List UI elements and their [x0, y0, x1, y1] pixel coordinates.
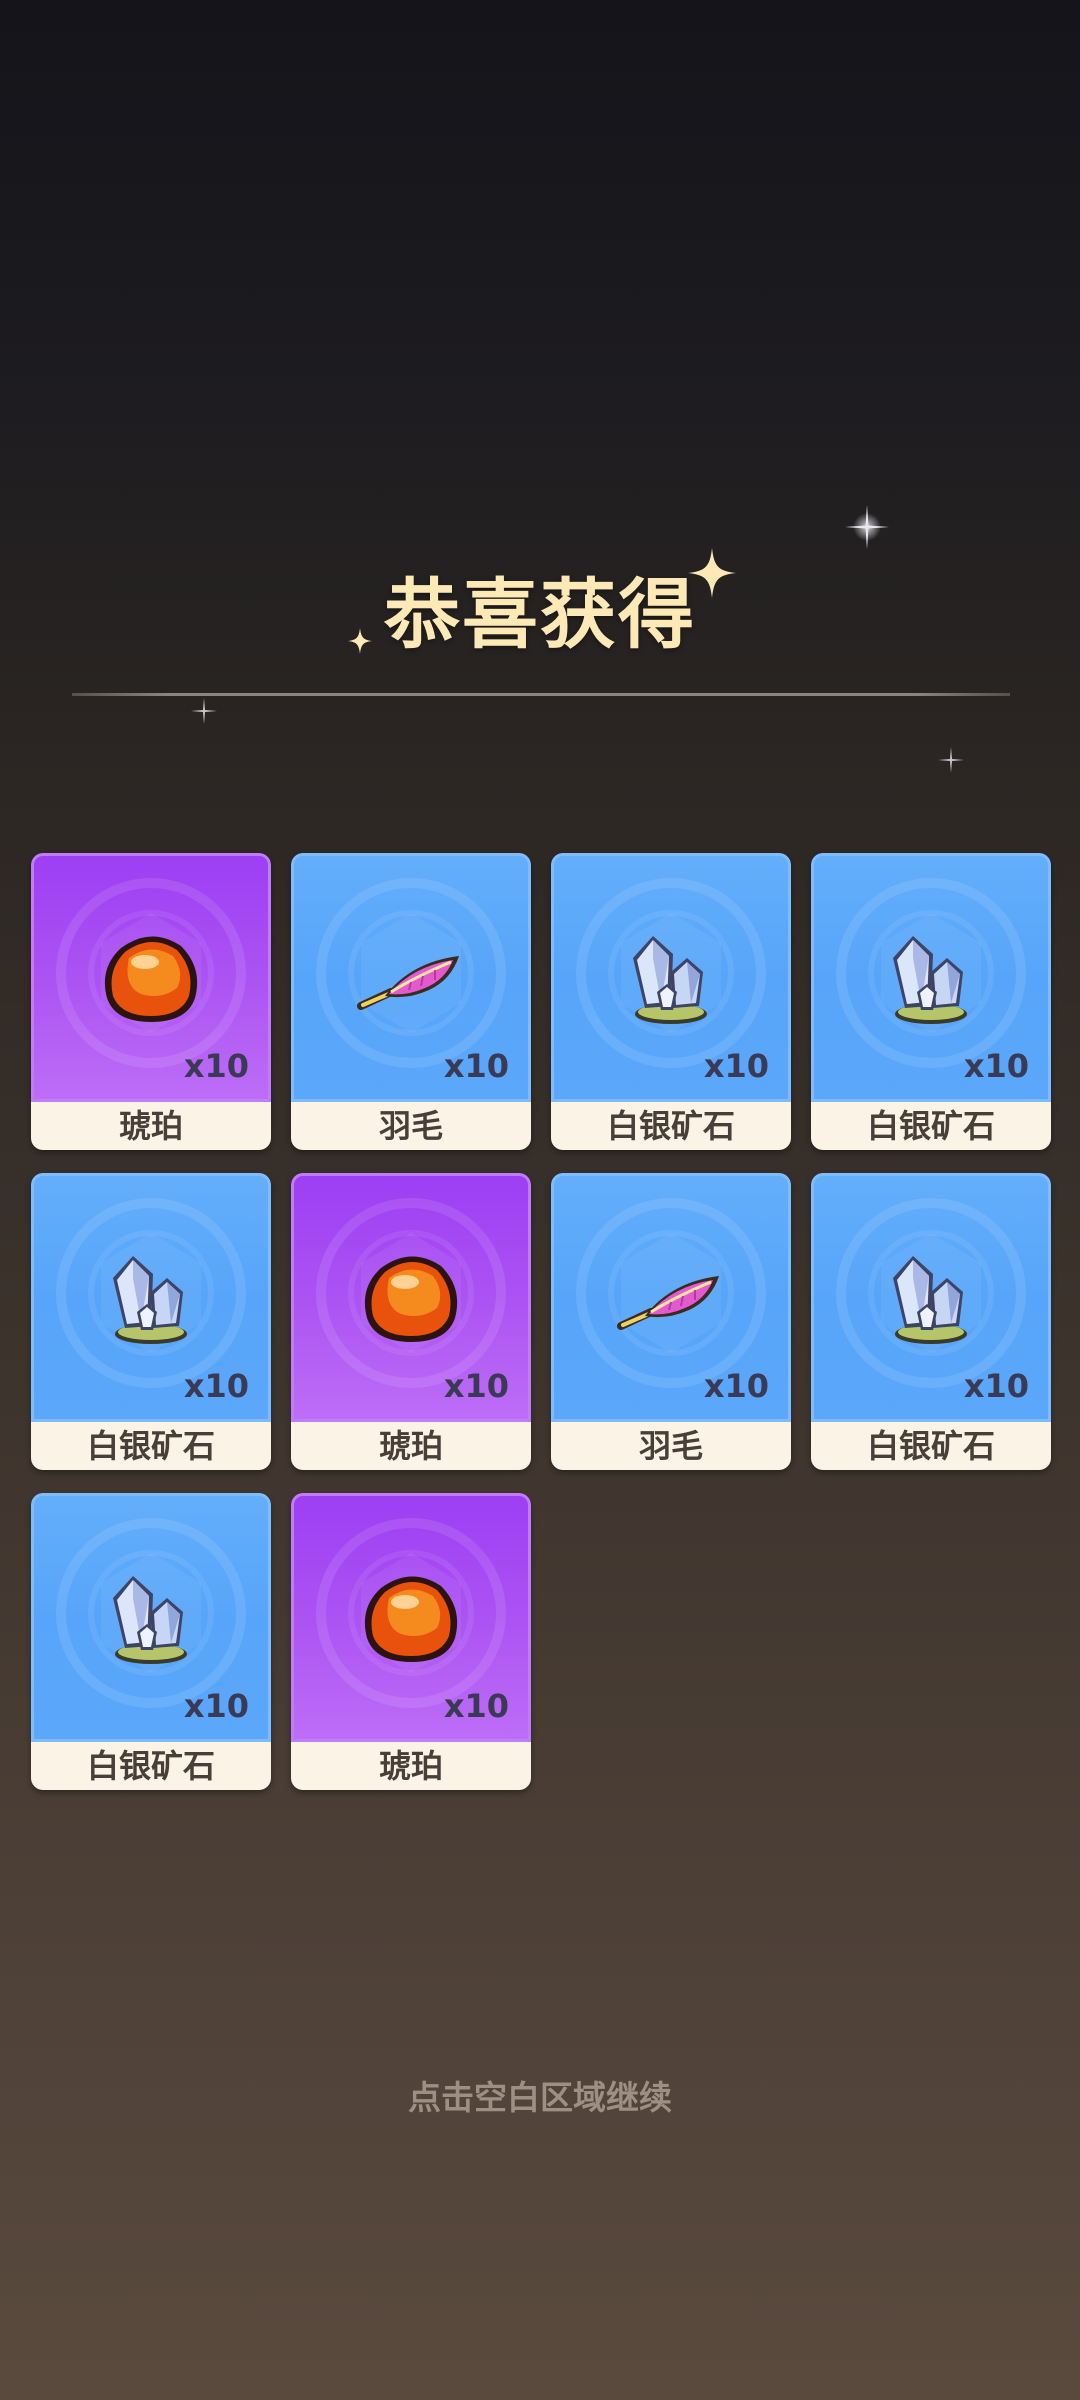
item-quantity: x10 — [443, 1047, 509, 1085]
item-quantity: x10 — [703, 1367, 769, 1405]
reward-card[interactable]: x10 白银矿石 — [31, 1493, 271, 1790]
item-name: 白银矿石 — [31, 1422, 271, 1470]
feather-icon — [617, 1276, 719, 1330]
amber-icon — [364, 1576, 458, 1662]
reward-screen[interactable]: { "title": "恭喜获得", "items": [ {"name": "… — [0, 0, 1080, 2400]
amber-icon — [364, 1256, 458, 1342]
silver-ore-icon — [893, 936, 967, 1024]
item-name: 白银矿石 — [31, 1742, 271, 1790]
silver-ore-icon — [893, 1256, 967, 1344]
item-quantity: x10 — [183, 1687, 249, 1725]
reward-card[interactable]: x10 白银矿石 — [811, 1173, 1051, 1470]
item-quantity: x10 — [703, 1047, 769, 1085]
card-rarity-bg: x10 — [291, 1493, 531, 1742]
reward-title: 恭喜获得 — [384, 570, 696, 659]
item-quantity: x10 — [443, 1687, 509, 1725]
item-quantity: x10 — [183, 1367, 249, 1405]
title-divider — [72, 693, 1010, 696]
feather-icon — [357, 956, 459, 1010]
item-name: 白银矿石 — [551, 1102, 791, 1150]
item-name: 琥珀 — [291, 1742, 531, 1790]
continue-hint: 点击空白区域继续 — [408, 2078, 672, 2117]
card-rarity-bg: x10 — [811, 1173, 1051, 1422]
reward-card[interactable]: x10 白银矿石 — [31, 1173, 271, 1470]
silver-ore-icon — [113, 1256, 187, 1344]
sparkle-icon — [845, 505, 889, 549]
item-name: 琥珀 — [31, 1102, 271, 1150]
card-rarity-bg: x10 — [291, 1173, 531, 1422]
card-rarity-bg: x10 — [551, 853, 791, 1102]
card-rarity-bg: x10 — [811, 853, 1051, 1102]
reward-card[interactable]: x10 琥珀 — [291, 1493, 531, 1790]
reward-card[interactable]: x10 琥珀 — [31, 853, 271, 1150]
reward-card[interactable]: x10 羽毛 — [551, 1173, 791, 1470]
item-name: 白银矿石 — [811, 1422, 1051, 1470]
item-name: 琥珀 — [291, 1422, 531, 1470]
reward-card[interactable]: x10 羽毛 — [291, 853, 531, 1150]
item-name: 羽毛 — [291, 1102, 531, 1150]
item-name: 羽毛 — [551, 1422, 791, 1470]
card-rarity-bg: x10 — [31, 853, 271, 1102]
card-rarity-bg: x10 — [31, 1173, 271, 1422]
card-rarity-bg: x10 — [551, 1173, 791, 1422]
sparkle-icon — [938, 747, 964, 773]
sparkle-icon — [191, 698, 217, 724]
item-quantity: x10 — [183, 1047, 249, 1085]
silver-ore-icon — [633, 936, 707, 1024]
reward-card[interactable]: x10 白银矿石 — [811, 853, 1051, 1150]
item-quantity: x10 — [963, 1367, 1029, 1405]
amber-icon — [104, 936, 198, 1022]
item-quantity: x10 — [443, 1367, 509, 1405]
card-rarity-bg: x10 — [291, 853, 531, 1102]
silver-ore-icon — [113, 1576, 187, 1664]
reward-card[interactable]: x10 白银矿石 — [551, 853, 791, 1150]
item-quantity: x10 — [963, 1047, 1029, 1085]
item-name: 白银矿石 — [811, 1102, 1051, 1150]
reward-card[interactable]: x10 琥珀 — [291, 1173, 531, 1470]
card-rarity-bg: x10 — [31, 1493, 271, 1742]
